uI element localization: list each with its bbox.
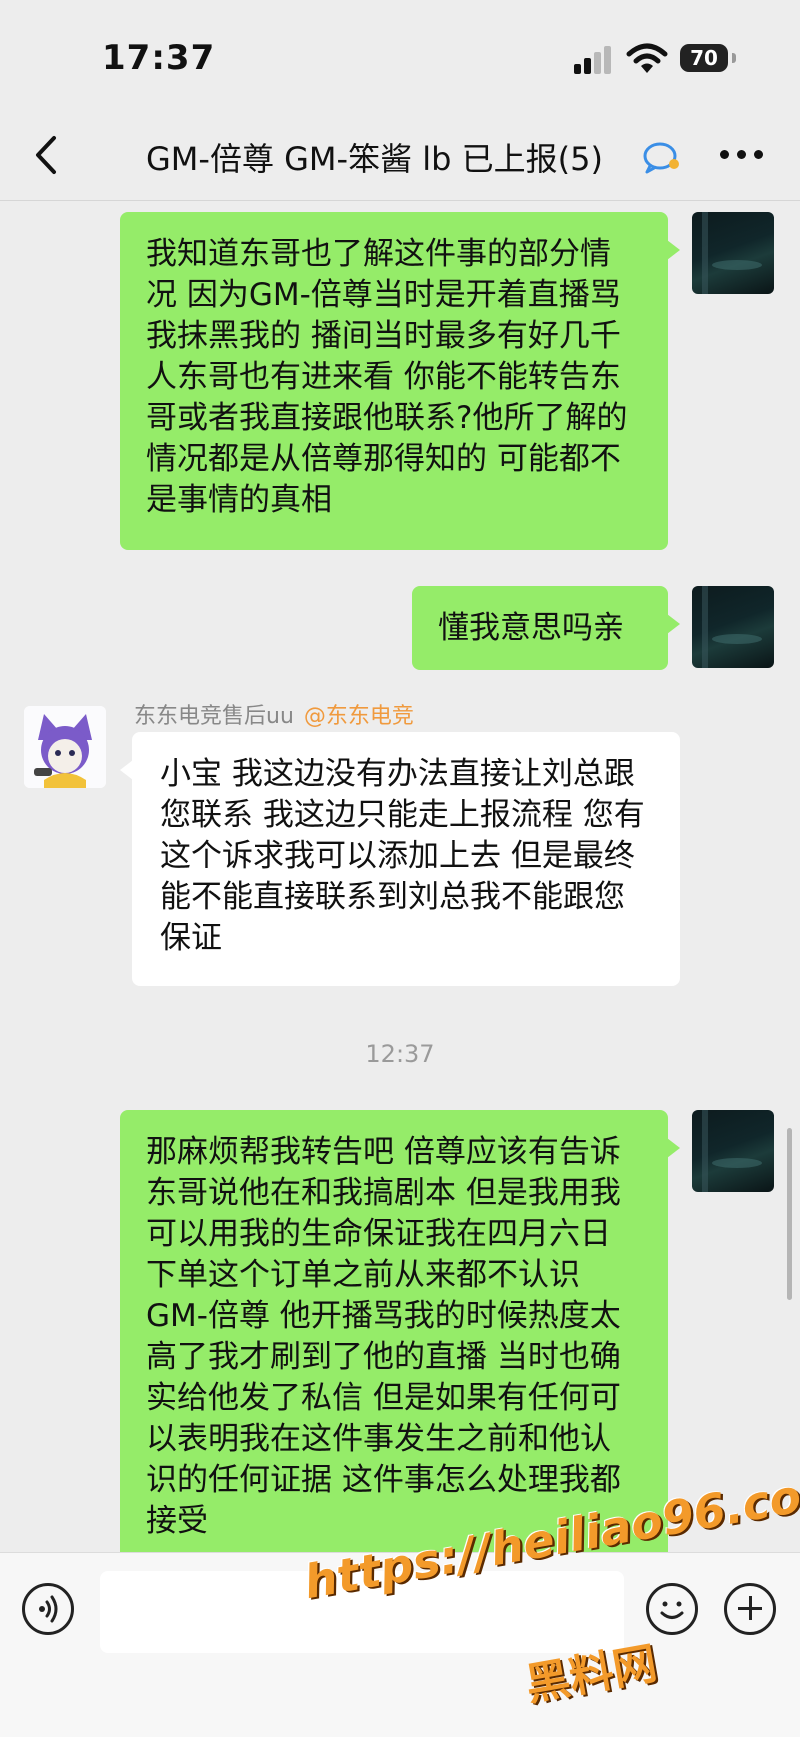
chat-bubble-icon[interactable]	[642, 140, 682, 174]
message-bubble-outgoing[interactable]: 懂我意思吗亲	[412, 586, 680, 670]
message-bubble-incoming[interactable]: 小宝 我这边没有办法直接让刘总跟您联系 我这边只能走上报流程 您有这个诉求我可以…	[120, 732, 680, 986]
battery-tip	[732, 53, 736, 63]
avatar[interactable]	[692, 212, 774, 294]
sender-name-text: 东东电竞售后uu	[134, 704, 294, 729]
message-bubble-outgoing[interactable]: 我知道东哥也了解这件事的部分情况 因为GM-倍尊当时是开着直播骂我抹黑我的 播间…	[120, 212, 680, 550]
battery-icon: 70	[680, 44, 728, 72]
message-timestamp: 12:37	[365, 1040, 435, 1068]
scrollbar[interactable]	[787, 1128, 792, 1300]
voice-icon[interactable]	[22, 1583, 74, 1635]
cat-avatar-icon	[24, 706, 106, 788]
wifi-icon	[626, 43, 668, 73]
plus-icon[interactable]	[724, 1583, 776, 1635]
chat-title[interactable]: GM-倍尊 GM-笨酱 lb 已上报(5)	[146, 134, 603, 180]
avatar[interactable]	[692, 1110, 774, 1192]
more-dots-icon[interactable]	[720, 150, 766, 162]
sender-tag: @东东电竞	[303, 704, 414, 729]
signal-icon	[574, 46, 614, 74]
chat-header: GM-倍尊 GM-笨酱 lb 已上报(5)	[0, 110, 800, 201]
smiley-icon	[660, 1601, 684, 1619]
clock-time: 17:37	[102, 38, 216, 78]
back-chevron-icon[interactable]	[28, 132, 68, 178]
emoji-icon[interactable]	[646, 1583, 698, 1635]
status-bar: 17:37 70	[0, 0, 800, 110]
voice-waves-icon	[39, 1595, 58, 1623]
sender-name: 东东电竞售后uu @东东电竞	[134, 698, 414, 730]
message-bubble-outgoing[interactable]: 那麻烦帮我转告吧 倍尊应该有告诉东哥说他在和我搞剧本 但是我用我可以用我的生命保…	[120, 1110, 680, 1560]
avatar[interactable]	[692, 586, 774, 668]
avatar[interactable]	[24, 706, 106, 788]
